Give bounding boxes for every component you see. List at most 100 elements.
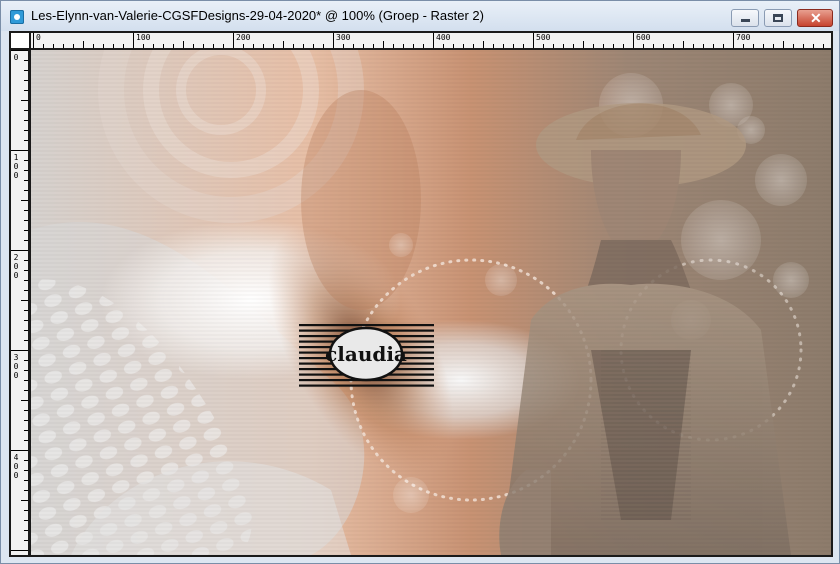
ruler-tick — [24, 240, 28, 241]
ruler-tick — [24, 270, 28, 271]
ruler-tick — [243, 44, 244, 48]
horizontal-ruler[interactable]: 0 100 200 300 400 500 600 700 — [31, 33, 831, 48]
ruler-tick — [24, 70, 28, 71]
close-button[interactable]: ✕ — [797, 9, 833, 27]
ruler-tick — [573, 44, 574, 48]
ruler-tick — [24, 230, 28, 231]
ruler-tick — [173, 44, 174, 48]
ruler-tick — [24, 510, 28, 511]
ruler-tick — [21, 100, 28, 101]
ruler-tick — [783, 41, 784, 48]
ruler-tick — [823, 44, 824, 48]
ruler-label: 4 0 0 — [13, 453, 19, 480]
ruler-tick — [203, 44, 204, 48]
ruler-tick — [24, 330, 28, 331]
ruler-tick — [24, 260, 28, 261]
ruler-tick — [11, 50, 28, 51]
ruler-tick — [24, 490, 28, 491]
ruler-tick — [24, 130, 28, 131]
ruler-tick — [643, 44, 644, 48]
ruler-tick — [153, 44, 154, 48]
ruler-tick — [24, 220, 28, 221]
ruler-tick — [433, 33, 434, 48]
ruler-tick — [553, 44, 554, 48]
ruler-tick — [423, 44, 424, 48]
ruler-tick — [21, 300, 28, 301]
ruler-tick — [33, 33, 34, 48]
ruler-tick — [133, 33, 134, 48]
ruler-tick — [703, 44, 704, 48]
ruler-tick — [213, 44, 214, 48]
ruler-tick — [693, 44, 694, 48]
ruler-tick — [503, 44, 504, 48]
ruler-tick — [273, 44, 274, 48]
ruler-tick — [373, 44, 374, 48]
ruler-tick — [73, 44, 74, 48]
ruler-tick — [21, 500, 28, 501]
ruler-tick — [24, 80, 28, 81]
maximize-button[interactable] — [764, 9, 792, 27]
ruler-tick — [24, 410, 28, 411]
ruler-tick — [533, 33, 534, 48]
ruler-corner — [11, 33, 29, 48]
ruler-tick — [563, 44, 564, 48]
ruler-tick — [24, 360, 28, 361]
ruler-tick — [403, 44, 404, 48]
ruler-tick — [103, 44, 104, 48]
ruler-label: 400 — [436, 33, 451, 42]
ruler-tick — [24, 170, 28, 171]
ruler-tick — [11, 450, 28, 451]
ruler-tick — [393, 44, 394, 48]
ruler-tick — [743, 44, 744, 48]
ruler-tick — [713, 44, 714, 48]
ruler-tick — [453, 44, 454, 48]
ruler-tick — [253, 44, 254, 48]
watermark-stripe — [299, 324, 434, 327]
ruler-tick — [353, 44, 354, 48]
ruler-tick — [413, 44, 414, 48]
ruler-tick — [24, 520, 28, 521]
title-bar[interactable]: Les-Elynn-van-Valerie-CGSFDesigns-29-04-… — [1, 1, 839, 31]
ruler-tick — [623, 44, 624, 48]
ruler-tick — [24, 340, 28, 341]
image-canvas[interactable]: claudia — [31, 50, 831, 555]
ruler-tick — [343, 44, 344, 48]
ruler-tick — [24, 470, 28, 471]
ruler-tick — [24, 140, 28, 141]
ruler-tick — [313, 44, 314, 48]
minimize-button[interactable] — [731, 9, 759, 27]
ruler-tick — [443, 44, 444, 48]
ruler-label: 500 — [536, 33, 551, 42]
ruler-tick — [283, 41, 284, 48]
ruler-tick — [523, 44, 524, 48]
ruler-tick — [24, 160, 28, 161]
ruler-tick — [11, 150, 28, 151]
ruler-tick — [11, 550, 28, 551]
ruler-label: 3 0 0 — [13, 353, 19, 380]
vertical-ruler[interactable]: 0 1 0 0 2 0 0 3 0 0 4 0 0 — [11, 50, 28, 555]
ruler-tick — [543, 44, 544, 48]
ruler-tick — [463, 44, 464, 48]
maximize-icon — [773, 14, 783, 22]
ruler-label: 2 0 0 — [13, 253, 19, 280]
ruler-tick — [223, 44, 224, 48]
ruler-tick — [24, 390, 28, 391]
ruler-tick — [24, 280, 28, 281]
ruler-tick — [303, 44, 304, 48]
ruler-tick — [24, 90, 28, 91]
ruler-tick — [24, 120, 28, 121]
ruler-tick — [24, 480, 28, 481]
ruler-tick — [11, 250, 28, 251]
ruler-tick — [93, 44, 94, 48]
ruler-tick — [793, 44, 794, 48]
ruler-tick — [163, 44, 164, 48]
window-title: Les-Elynn-van-Valerie-CGSFDesigns-29-04-… — [31, 8, 484, 23]
document-window: Les-Elynn-van-Valerie-CGSFDesigns-29-04-… — [0, 0, 840, 564]
ruler-tick — [733, 33, 734, 48]
ruler-tick — [24, 290, 28, 291]
ruler-tick — [24, 180, 28, 181]
ruler-tick — [293, 44, 294, 48]
ruler-label: 600 — [636, 33, 651, 42]
ruler-tick — [24, 540, 28, 541]
ruler-tick — [323, 44, 324, 48]
